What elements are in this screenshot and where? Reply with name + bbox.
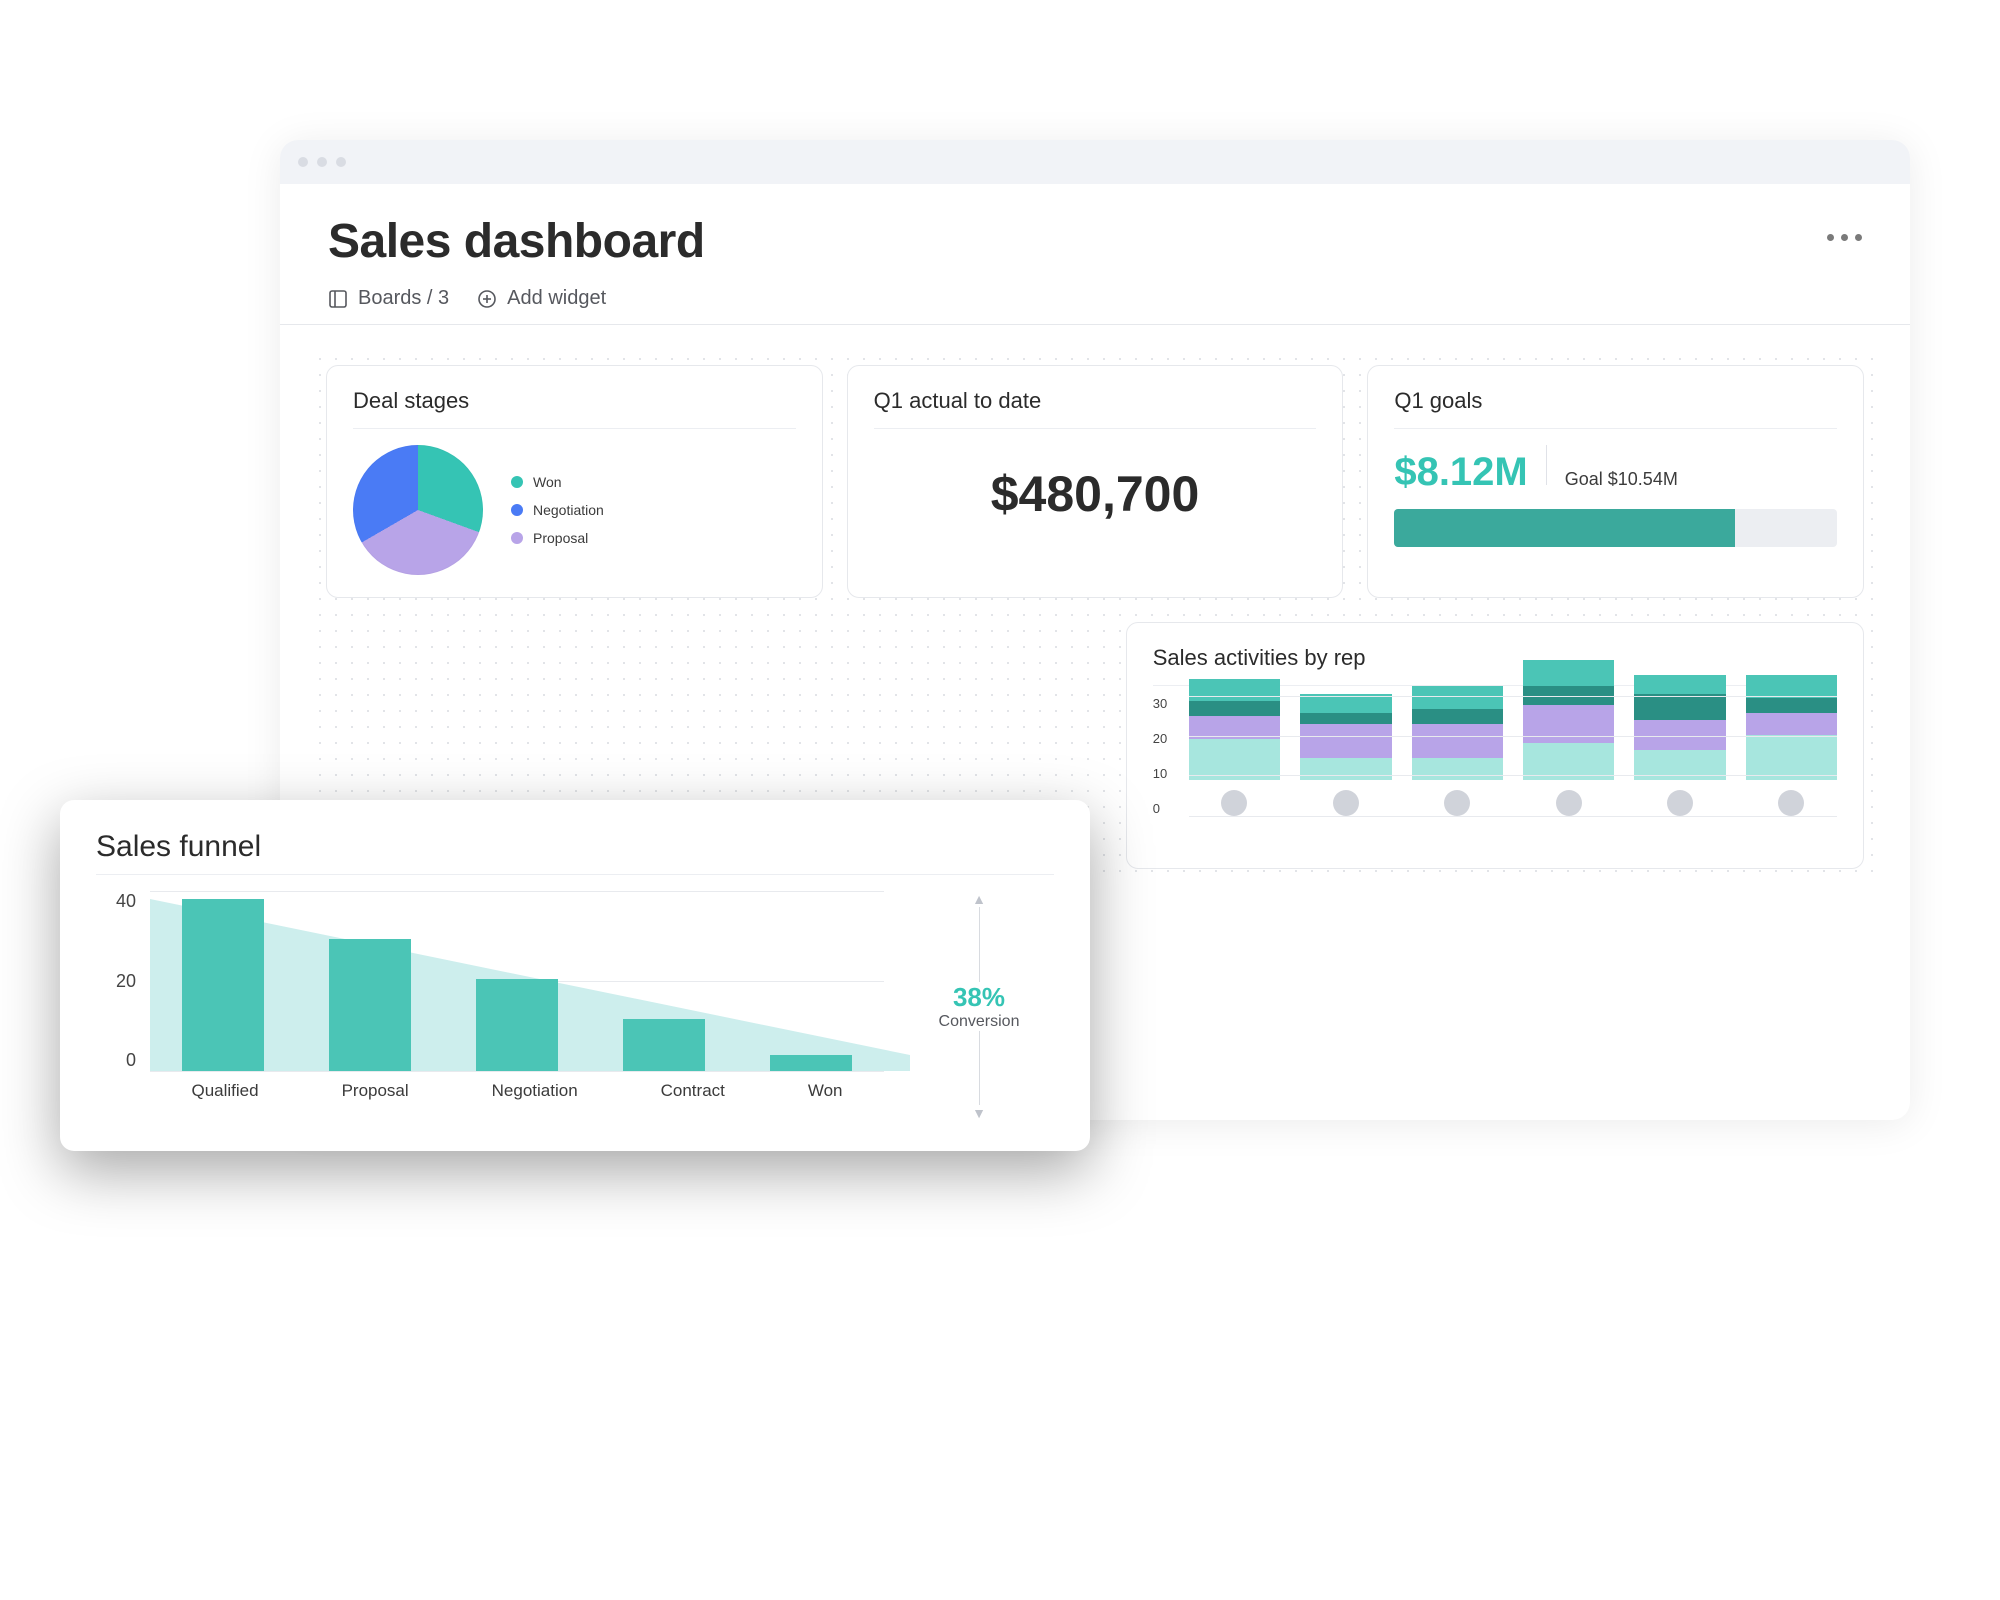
more-menu-button[interactable] bbox=[1827, 234, 1862, 241]
boards-label: Boards / 3 bbox=[358, 287, 449, 310]
progress-fill bbox=[1394, 509, 1735, 547]
x-tick: Contract bbox=[661, 1081, 725, 1101]
window-dot-icon bbox=[317, 157, 327, 167]
funnel-bar bbox=[770, 1055, 852, 1071]
plus-circle-icon bbox=[477, 289, 497, 309]
divider bbox=[1546, 445, 1547, 485]
window-titlebar bbox=[280, 140, 1910, 184]
activities-widget[interactable]: Sales activities by rep 30 20 10 0 bbox=[1126, 622, 1864, 869]
x-tick: Won bbox=[808, 1081, 843, 1101]
window-dot-icon bbox=[336, 157, 346, 167]
legend-swatch-icon bbox=[511, 504, 523, 516]
conversion-pct: 38% bbox=[953, 982, 1005, 1013]
chart-grid bbox=[1189, 696, 1837, 816]
legend-item: Won bbox=[511, 474, 604, 490]
x-tick: Proposal bbox=[342, 1081, 409, 1101]
dots-icon bbox=[1855, 234, 1862, 241]
conversion-label: Conversion bbox=[939, 1013, 1020, 1031]
dots-icon bbox=[1841, 234, 1848, 241]
legend-swatch-icon bbox=[511, 532, 523, 544]
sales-funnel-widget[interactable]: Sales funnel 40 20 0 Qualified Proposal Ne… bbox=[60, 800, 1090, 1151]
x-tick: Negotiation bbox=[492, 1081, 578, 1101]
widget-title: Deal stages bbox=[353, 388, 796, 429]
funnel-bar bbox=[182, 899, 264, 1071]
funnel-bar bbox=[476, 979, 558, 1071]
y-tick: 40 bbox=[96, 891, 136, 912]
y-tick: 20 bbox=[1153, 731, 1167, 746]
pie-chart bbox=[353, 445, 483, 575]
y-tick: 30 bbox=[1153, 696, 1167, 711]
widget-title: Q1 actual to date bbox=[874, 388, 1317, 429]
arrow-down-icon: ▼ bbox=[972, 1105, 986, 1121]
activities-chart: 30 20 10 0 bbox=[1153, 696, 1837, 846]
widget-title: Sales funnel bbox=[96, 830, 1054, 875]
y-tick: 10 bbox=[1153, 766, 1167, 781]
widget-title: Q1 goals bbox=[1394, 388, 1837, 429]
legend-label: Negotiation bbox=[533, 502, 604, 518]
pie-legend: Won Negotiation Proposal bbox=[511, 474, 604, 546]
x-axis: Qualified Proposal Negotiation Contract Won bbox=[150, 1081, 884, 1101]
bar-segment bbox=[1523, 660, 1614, 686]
q1-actual-widget[interactable]: Q1 actual to date $480,700 bbox=[847, 365, 1344, 598]
legend-item: Proposal bbox=[511, 530, 604, 546]
y-axis: 30 20 10 0 bbox=[1153, 696, 1167, 816]
y-tick: 0 bbox=[96, 1050, 136, 1071]
q1-goals-target: Goal $10.54M bbox=[1565, 469, 1678, 490]
dots-icon bbox=[1827, 234, 1834, 241]
progress-bar bbox=[1394, 509, 1837, 547]
page-header: Sales dashboard bbox=[280, 184, 1910, 287]
bar-segment bbox=[1746, 675, 1837, 698]
q1-goals-value: $8.12M bbox=[1394, 450, 1527, 495]
funnel-bar bbox=[329, 939, 411, 1071]
legend-label: Proposal bbox=[533, 530, 588, 546]
y-axis: 40 20 0 bbox=[96, 891, 136, 1071]
boards-button[interactable]: Boards / 3 bbox=[328, 287, 449, 310]
funnel-chart: 40 20 0 Qualified Proposal Negotiation Cont… bbox=[96, 891, 884, 1121]
legend-item: Negotiation bbox=[511, 502, 604, 518]
add-widget-label: Add widget bbox=[507, 287, 606, 310]
boards-icon bbox=[328, 289, 348, 309]
x-tick: Qualified bbox=[191, 1081, 258, 1101]
page-title: Sales dashboard bbox=[328, 214, 705, 269]
funnel-bar bbox=[623, 1019, 705, 1071]
deal-stages-widget[interactable]: Deal stages Won Negotiation Proposal bbox=[326, 365, 823, 598]
legend-swatch-icon bbox=[511, 476, 523, 488]
conversion-indicator: ▲ 38% Conversion ▼ bbox=[904, 891, 1054, 1121]
window-dot-icon bbox=[298, 157, 308, 167]
add-widget-button[interactable]: Add widget bbox=[477, 287, 606, 310]
legend-label: Won bbox=[533, 474, 562, 490]
toolbar: Boards / 3 Add widget bbox=[280, 287, 1910, 325]
y-tick: 0 bbox=[1153, 801, 1167, 816]
arrow-up-icon: ▲ bbox=[972, 891, 986, 907]
bar-segment bbox=[1634, 675, 1725, 694]
q1-goals-widget[interactable]: Q1 goals $8.12M Goal $10.54M bbox=[1367, 365, 1864, 598]
q1-actual-value: $480,700 bbox=[874, 445, 1317, 543]
y-tick: 20 bbox=[96, 971, 136, 992]
